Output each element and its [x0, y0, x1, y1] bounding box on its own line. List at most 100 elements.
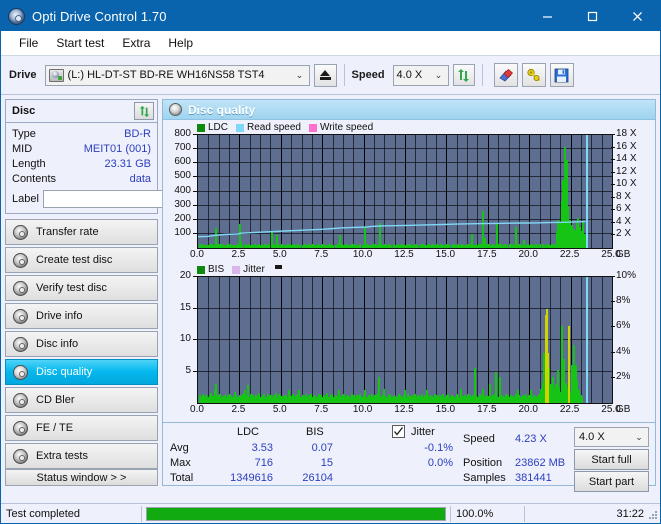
start-part-button[interactable]: Start part: [574, 471, 649, 492]
y-tick-mark: [193, 176, 197, 178]
bis-jitter-chart: BIS Jitter 5 10 15 20 2% 4% 6% 8% 10% 0.0 2.5: [165, 263, 653, 416]
x-tick-label: 10.0: [352, 249, 373, 260]
save-button[interactable]: [549, 63, 574, 87]
tools-button[interactable]: [521, 63, 546, 87]
legend-label-jitter: Jitter: [243, 264, 265, 275]
start-full-button[interactable]: Start full: [574, 449, 649, 470]
legend-item-write-speed: Write speed: [308, 122, 374, 133]
title-bar: Opti Drive Control 1.70: [1, 1, 660, 31]
stats-ldc-max: 716: [254, 457, 273, 469]
ldc-chart: LDC Read speed Write speed 100 200 300 4…: [165, 121, 653, 260]
progress-percent: 100.0%: [456, 507, 494, 520]
minimize-button[interactable]: [525, 1, 570, 31]
legend-label-write-speed: Write speed: [319, 122, 374, 133]
sidebar-item-label: Drive info: [36, 310, 83, 322]
sidebar-item-label: CD Bler: [36, 394, 75, 406]
y2-tick-label: 8 X: [616, 190, 632, 202]
menu-item-start-test[interactable]: Start test: [47, 33, 113, 53]
speed-select[interactable]: 4.0 X ⌄: [392, 64, 449, 86]
erase-button[interactable]: [493, 63, 518, 87]
disc-label-row: Label: [12, 189, 246, 209]
menu-item-file[interactable]: File: [10, 33, 47, 53]
y-tick-label: 200: [174, 212, 191, 224]
test-speed-select[interactable]: 4.0 X ⌄: [574, 427, 649, 447]
menu-item-extra[interactable]: Extra: [113, 33, 159, 53]
stats-bis-total: 26104: [302, 472, 333, 484]
eject-button[interactable]: [313, 63, 337, 87]
jitter-checkbox[interactable]: [392, 425, 405, 438]
sidebar-item-transfer-rate[interactable]: Transfer rate: [5, 219, 158, 245]
page-title: Disc quality: [188, 102, 256, 117]
stats-jitter-max: 0.0%: [427, 457, 453, 469]
x-tick-label: 20.0: [518, 404, 538, 415]
y2-tick-mark: [611, 351, 615, 353]
x-tick-label: 0.0: [190, 404, 204, 415]
y-tick-label: 400: [174, 184, 191, 196]
chevron-down-icon: ⌄: [295, 69, 304, 80]
sidebar-item-label: Create test disc: [36, 254, 113, 266]
y2-tick-label: 18 X: [616, 128, 637, 139]
y2-tick-mark: [611, 209, 615, 211]
sidebar-item-create-test-disc[interactable]: Create test disc: [5, 247, 158, 273]
stats-samples-label: Samples: [463, 472, 506, 484]
sidebar-item-cd-bler[interactable]: CD Bler: [5, 387, 158, 413]
position-cursor-line: [585, 135, 588, 248]
menu-item-help[interactable]: Help: [159, 33, 202, 53]
progress-bar: [146, 506, 446, 521]
elapsed-time: 31:22: [616, 507, 644, 520]
y-tick-label: 20: [179, 270, 191, 281]
stats-bis-max: 15: [320, 457, 333, 469]
disc-length-value: 23.31 GB: [104, 157, 151, 170]
y2-tick-mark: [611, 326, 615, 328]
disc-mid-label: MID: [12, 142, 33, 155]
sidebar-item-fe-te[interactable]: FE / TE: [5, 415, 158, 441]
x-tick-label: 22.5: [559, 404, 580, 415]
x-axis-unit-label: GB: [616, 249, 631, 260]
sidebar-item-verify-test-disc[interactable]: Verify test disc: [5, 275, 158, 301]
y2-tick-mark: [611, 184, 615, 186]
y-tick-label: 600: [174, 156, 191, 168]
stats-position-label: Position: [463, 457, 503, 469]
window-title: Opti Drive Control 1.70: [32, 8, 167, 24]
key-icon: [526, 68, 540, 82]
disc-row-mid: MID MEIT01 (001): [12, 141, 151, 156]
y-tick-mark: [193, 148, 197, 150]
sidebar-item-drive-info[interactable]: Drive info: [5, 303, 158, 329]
y2-tick-mark: [611, 376, 615, 378]
stats-speed-label: Speed: [463, 433, 495, 445]
sidebar-item-disc-quality[interactable]: Disc quality: [5, 359, 158, 385]
bis-plot-area: [197, 276, 613, 404]
legend-swatch-read-speed: [236, 123, 245, 132]
resize-grip[interactable]: [648, 511, 658, 521]
x-tick-label: 2.5: [231, 249, 246, 260]
y-tick-label: 15: [179, 301, 191, 313]
close-button[interactable]: [615, 1, 660, 31]
y-tick-mark: [193, 276, 197, 277]
toolbar-divider: [343, 64, 345, 86]
disc-icon: [13, 280, 28, 296]
drive-icon: [48, 68, 64, 82]
sidebar-item-extra-tests[interactable]: Extra tests: [5, 443, 158, 469]
refresh-button[interactable]: [452, 64, 475, 86]
ldc-plot-area: [197, 134, 613, 249]
window-controls: [525, 1, 660, 31]
legend-swatch-jitter: [232, 265, 241, 274]
y2-tick-mark: [611, 146, 615, 148]
drive-select-value: (L:) HL-DT-ST BD-RE WH16NS58 TST4: [67, 69, 265, 81]
sidebar-item-disc-info[interactable]: Disc info: [5, 331, 158, 357]
maximize-button[interactable]: [570, 1, 615, 31]
stats-ldc-total: 1349616: [230, 472, 273, 484]
legend-item-bis: BIS: [197, 264, 224, 275]
y2-tick-label: 2 X: [616, 228, 632, 240]
stats-header-ldc: LDC: [237, 426, 260, 438]
status-window-button[interactable]: Status window > >: [5, 469, 158, 486]
legend-item-read-speed: Read speed: [236, 122, 301, 133]
toolbar: Drive (L:) HL-DT-ST BD-RE WH16NS58 TST4 …: [1, 56, 660, 95]
jitter-marker-icon: [274, 264, 282, 269]
disc-panel-title: Disc: [12, 105, 36, 117]
drive-select[interactable]: (L:) HL-DT-ST BD-RE WH16NS58 TST4 ⌄: [44, 64, 310, 86]
y2-tick-mark: [611, 134, 615, 135]
disc-refresh-button[interactable]: [134, 102, 154, 120]
jitter-bar: [546, 352, 549, 403]
speed-select-value: 4.0 X: [396, 69, 423, 81]
